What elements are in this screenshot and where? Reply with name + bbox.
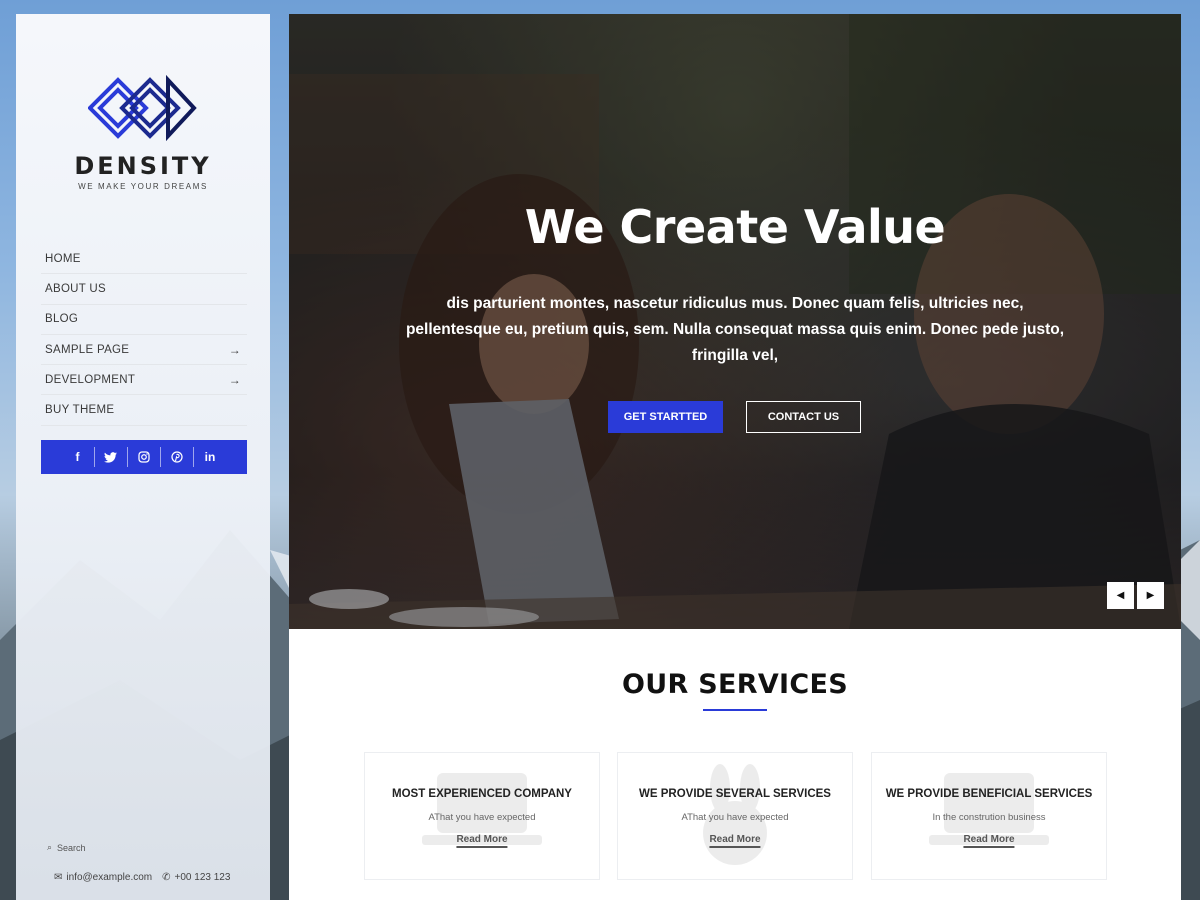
email-address: info@example.com — [66, 872, 153, 883]
read-more-link[interactable]: Read More — [456, 834, 508, 848]
submenu-arrow-icon[interactable]: → — [229, 343, 241, 357]
twitter-bird-shape — [104, 451, 117, 463]
nav-item-buy-theme[interactable]: BUY THEME — [41, 395, 247, 426]
facebook-icon[interactable]: f — [62, 447, 95, 467]
nav-item-blog[interactable]: BLOG — [41, 305, 247, 335]
search-trigger[interactable]: ⌕ Search — [47, 842, 86, 853]
service-card-subtitle: In the constrution business — [932, 812, 1046, 823]
email-contact[interactable]: ✉ info@example.com — [54, 872, 152, 883]
nav-item-development[interactable]: DEVELOPMENT → — [41, 365, 247, 396]
services-section: OUR SERVICES MOST EXPERIENCED COMPANY AT… — [289, 629, 1181, 900]
social-links-bar: f in — [41, 440, 247, 474]
logo-mark-icon — [88, 74, 197, 142]
brand-name: DENSITY — [74, 152, 212, 180]
slider-next-icon[interactable]: ▶ — [1137, 582, 1164, 609]
service-card: WE PROVIDE SEVERAL SERVICES AThat you ha… — [617, 752, 853, 880]
nav-item-label: HOME — [45, 252, 81, 265]
service-card-title: MOST EXPERIENCED COMPANY — [392, 788, 572, 800]
instagram-shape — [137, 451, 150, 463]
pinterest-icon[interactable] — [161, 447, 194, 467]
instagram-icon[interactable] — [128, 447, 161, 467]
nav-item-label: SAMPLE PAGE — [45, 343, 130, 356]
search-label: Search — [57, 842, 86, 853]
envelope-icon: ✉ — [54, 872, 63, 883]
main-navigation: HOME ABOUT US BLOG SAMPLE PAGE → DEVELOPM… — [41, 244, 247, 426]
slider-prev-icon[interactable]: ◀ — [1107, 582, 1134, 609]
nav-item-home[interactable]: HOME — [41, 244, 247, 275]
search-icon: ⌕ — [47, 842, 53, 852]
nav-item-about-us[interactable]: ABOUT US — [41, 274, 247, 305]
service-card: WE PROVIDE BENEFICIAL SERVICES In the co… — [871, 752, 1107, 880]
read-more-link[interactable]: Read More — [709, 834, 761, 848]
nav-item-label: BLOG — [45, 313, 79, 326]
submenu-arrow-icon[interactable]: → — [229, 373, 241, 387]
read-more-link[interactable]: Read More — [963, 834, 1015, 848]
service-card-title: WE PROVIDE BENEFICIAL SERVICES — [885, 788, 1093, 800]
phone-number: +00 123 123 — [174, 872, 231, 883]
nav-item-label: DEVELOPMENT — [45, 373, 136, 386]
title-underline — [703, 709, 767, 711]
nav-item-label: ABOUT US — [45, 282, 106, 295]
hero-description: dis parturient montes, nascetur ridiculu… — [405, 295, 1065, 364]
phone-icon: ✆ — [162, 872, 171, 883]
contact-us-button[interactable]: CONTACT US — [746, 401, 861, 433]
service-card: MOST EXPERIENCED COMPANY AThat you have … — [364, 752, 600, 880]
hero-title: We Create Value — [524, 200, 946, 254]
service-card-subtitle: AThat you have expected — [681, 812, 789, 823]
service-card-title: WE PROVIDE SEVERAL SERVICES — [639, 788, 831, 800]
linkedin-icon[interactable]: in — [194, 447, 227, 467]
pinterest-shape — [170, 451, 183, 463]
get-started-button[interactable]: GET STARTTED — [608, 401, 723, 433]
contact-info: ✉ info@example.com ✆ +00 123 123 — [54, 872, 230, 883]
nav-item-sample-page[interactable]: SAMPLE PAGE → — [41, 335, 247, 366]
phone-contact[interactable]: ✆ +00 123 123 — [162, 872, 230, 883]
nav-item-label: BUY THEME — [45, 404, 115, 417]
twitter-icon[interactable] — [95, 447, 128, 467]
brand-tagline: WE MAKE YOUR DREAMS — [78, 182, 208, 191]
sidebar: DENSITY WE MAKE YOUR DREAMS HOME ABOUT U… — [16, 14, 270, 900]
service-card-subtitle: AThat you have expected — [428, 812, 536, 823]
hero-slider: We Create Value dis parturient montes, n… — [289, 14, 1181, 629]
services-title: OUR SERVICES — [622, 669, 848, 700]
logo[interactable]: DENSITY WE MAKE YOUR DREAMS — [16, 74, 270, 191]
